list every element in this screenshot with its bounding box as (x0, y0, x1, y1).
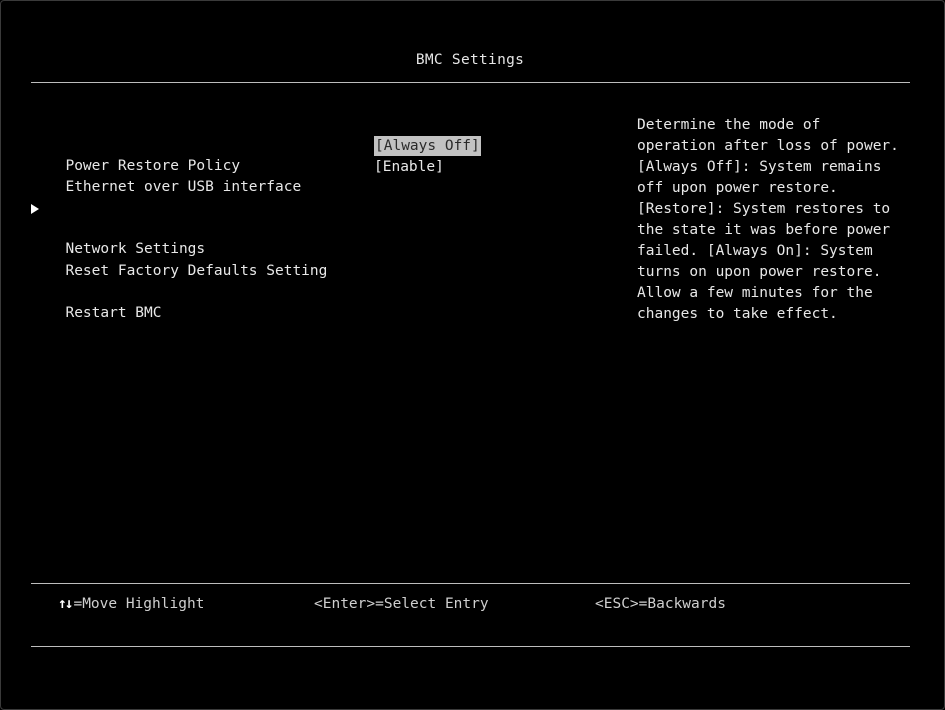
help-line: off upon power restore. (637, 180, 838, 196)
ethernet-over-usb-value[interactable]: [Enable] (374, 157, 444, 177)
help-line: failed. [Always On]: System (637, 243, 873, 259)
footer-bottom-divider (31, 646, 910, 647)
help-line: the state it was before power (637, 222, 891, 238)
header-divider (31, 82, 910, 83)
footer-top-divider (31, 583, 910, 584)
help-line: Allow a few minutes for the (637, 285, 873, 301)
help-panel: Determine the mode of operation after lo… (637, 115, 927, 325)
help-line: [Restore]: System restores to (637, 201, 891, 217)
menu-item-power-restore-policy[interactable]: Power Restore Policy [Always Off] (48, 136, 481, 174)
power-restore-policy-value[interactable]: [Always Off] (374, 136, 481, 156)
help-line: changes to take effect. (637, 306, 838, 322)
backwards-hint: <ESC>=Backwards (595, 596, 726, 612)
help-line: turns on upon power restore. (637, 264, 882, 280)
menu-item-restart-bmc[interactable]: Restart BMC (48, 283, 161, 321)
menu-item-label: Reset Factory Defaults Setting (65, 263, 328, 279)
select-entry-hint: <Enter>=Select Entry (314, 596, 489, 612)
up-down-arrows-icon: ↑↓ (58, 596, 74, 612)
menu-item-ethernet-over-usb[interactable]: Ethernet over USB interface [Enable] (48, 157, 443, 195)
help-line: operation after loss of power. (637, 138, 899, 154)
page-title: BMC Settings (415, 52, 525, 68)
help-line: [Always Off]: System remains (637, 159, 882, 175)
menu-item-reset-factory-defaults[interactable]: Reset Factory Defaults Setting (48, 241, 327, 279)
help-line: Determine the mode of (637, 117, 821, 133)
menu-item-network-settings[interactable]: Network Settings (31, 199, 205, 257)
submenu-arrow-icon (31, 204, 39, 214)
move-highlight-hint: ↑↓ =Move Highlight (58, 596, 204, 612)
menu-item-label: Ethernet over USB interface (65, 179, 302, 195)
menu-item-label: Restart BMC (65, 305, 162, 321)
move-hint-label: =Move Highlight (73, 596, 205, 612)
